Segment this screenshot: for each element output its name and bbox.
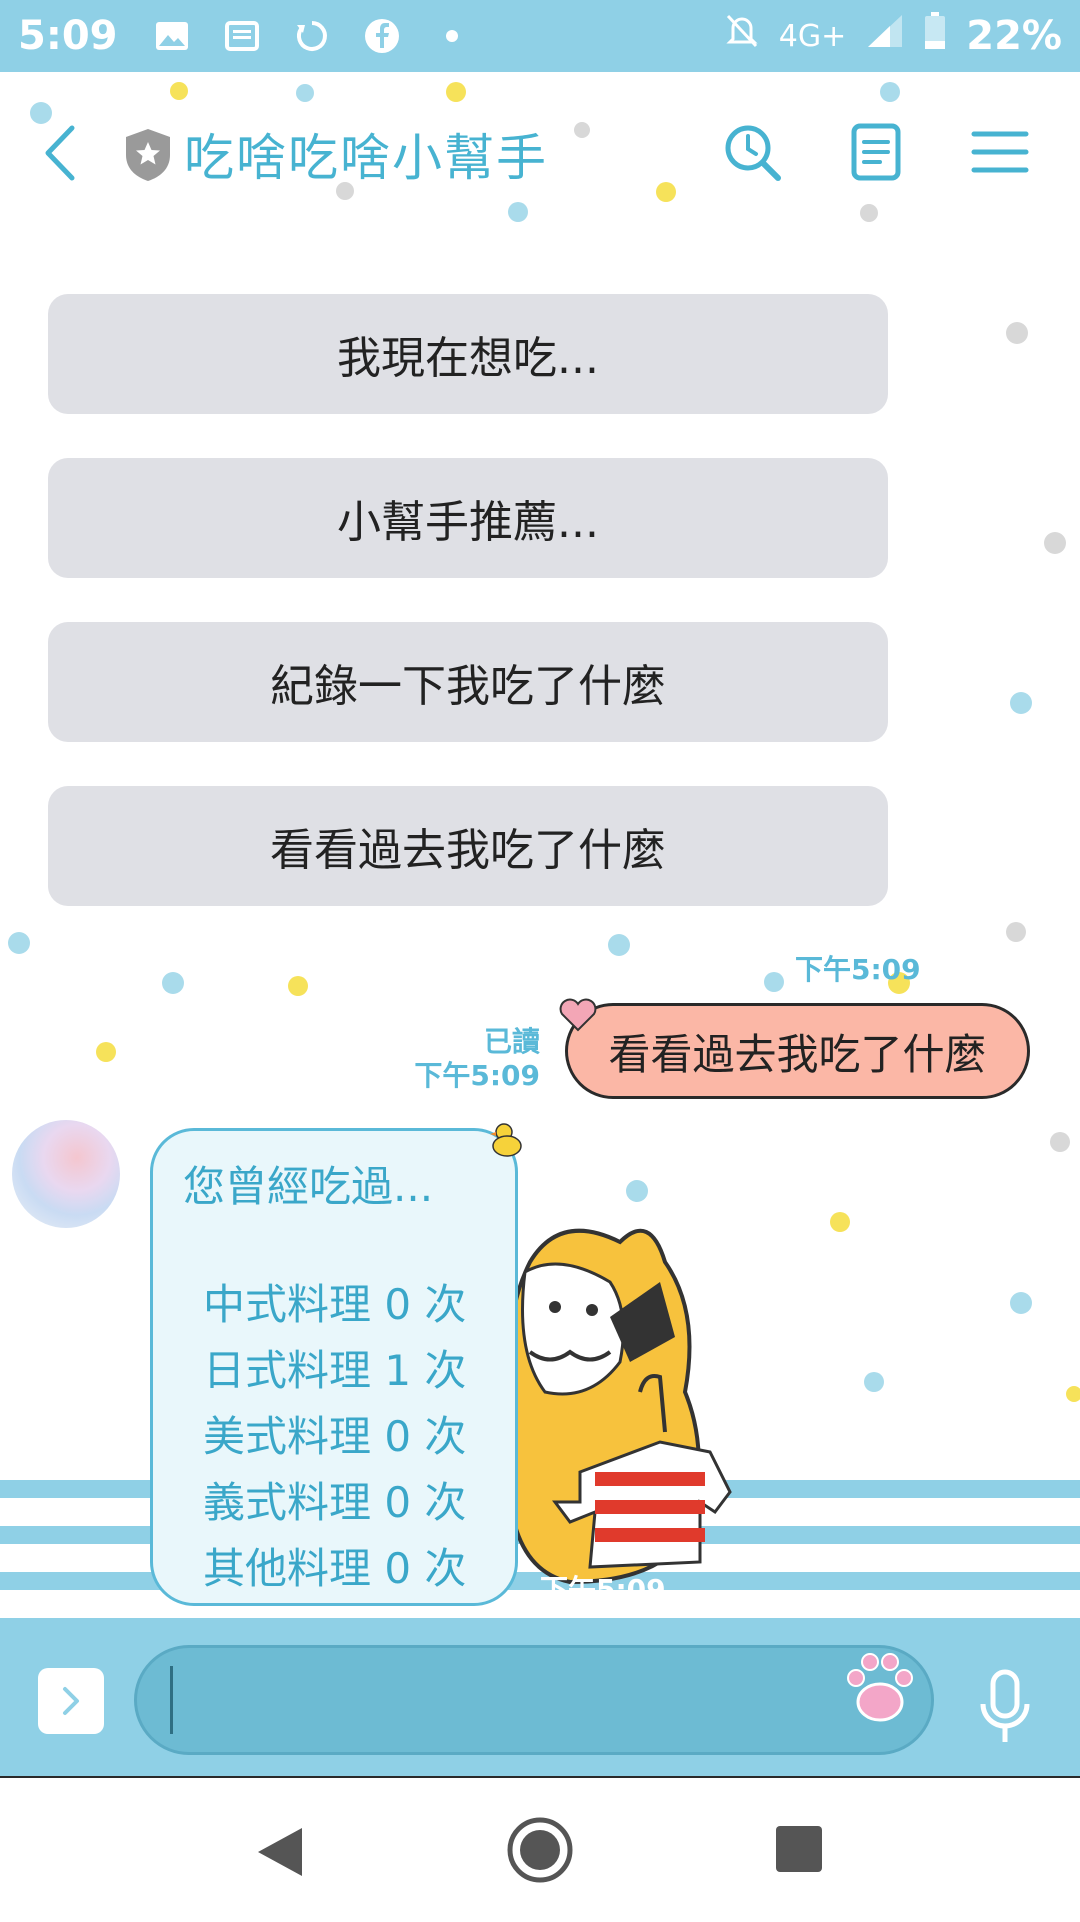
status-time: 5:09 (18, 13, 118, 59)
chat-title: 吃啥吃啥小幫手 (184, 129, 548, 187)
duck-icon (490, 1123, 522, 1157)
quick-reply-button[interactable]: 我現在想吃... (48, 294, 888, 414)
quick-reply-button[interactable]: 小幫手推薦... (48, 458, 888, 578)
nav-recents-button[interactable] (776, 1826, 822, 1872)
sticker-button[interactable] (840, 1650, 920, 1730)
raccoon-sticker-icon (507, 1228, 732, 1585)
paw-icon (847, 1653, 913, 1722)
dot-icon (432, 16, 472, 56)
image-icon (152, 16, 192, 56)
official-account-shield-icon (122, 127, 174, 183)
received-line: 義式料理 0 次 (203, 1478, 467, 1527)
received-heading: 您曾經吃過... (183, 1162, 434, 1211)
received-line: 其他料理 0 次 (203, 1544, 467, 1593)
received-line: 美式料理 0 次 (203, 1412, 467, 1461)
microphone-icon (980, 1669, 1030, 1742)
nav-back-icon (258, 1828, 302, 1876)
expand-button[interactable] (38, 1668, 104, 1734)
chevron-right-icon (63, 1687, 79, 1715)
message-input[interactable] (134, 1645, 934, 1755)
menu-icon (971, 131, 1029, 173)
received-line: 中式料理 0 次 (203, 1280, 467, 1329)
menu-button[interactable] (968, 120, 1032, 184)
sent-message-bubble[interactable]: 看看過去我吃了什麼 (565, 1003, 1030, 1099)
quick-reply-button[interactable]: 看看過去我吃了什麼 (48, 786, 888, 906)
nav-back-button[interactable] (252, 1822, 312, 1882)
search-history-button[interactable] (720, 120, 784, 184)
quick-reply-button[interactable]: 紀錄一下我吃了什麼 (48, 622, 888, 742)
battery-icon (924, 12, 946, 60)
mute-icon (725, 13, 759, 59)
network-type: 4G+ (778, 18, 847, 54)
bot-avatar[interactable] (12, 1120, 120, 1228)
facebook-icon (362, 16, 402, 56)
back-icon (45, 125, 75, 181)
received-time: 下午5:09 (540, 1573, 666, 1606)
notes-icon (851, 123, 901, 181)
nav-home-icon (507, 1817, 573, 1883)
sync-icon (292, 16, 332, 56)
heart-icon (559, 998, 597, 1032)
received-message-bubble[interactable]: 您曾經吃過... 中式料理 0 次 日式料理 1 次 美式料理 0 次 義式料理… (150, 1128, 518, 1606)
back-button[interactable] (34, 118, 94, 188)
nav-home-button[interactable] (505, 1815, 575, 1885)
message-time: 下午5:09 (795, 953, 921, 986)
read-receipt: 已讀 下午5:09 (410, 1025, 540, 1093)
notes-button[interactable] (844, 120, 908, 184)
search-history-icon (725, 125, 781, 181)
news-icon (222, 16, 262, 56)
read-label: 已讀 (483, 1025, 540, 1058)
received-line: 日式料理 1 次 (203, 1346, 467, 1395)
text-cursor (170, 1666, 173, 1734)
signal-icon (866, 13, 904, 59)
battery-percent: 22% (966, 13, 1062, 59)
sent-time: 下午5:09 (414, 1059, 540, 1092)
voice-button[interactable] (975, 1668, 1035, 1748)
status-bar: 5:09 4G+ 22% (0, 0, 1080, 72)
